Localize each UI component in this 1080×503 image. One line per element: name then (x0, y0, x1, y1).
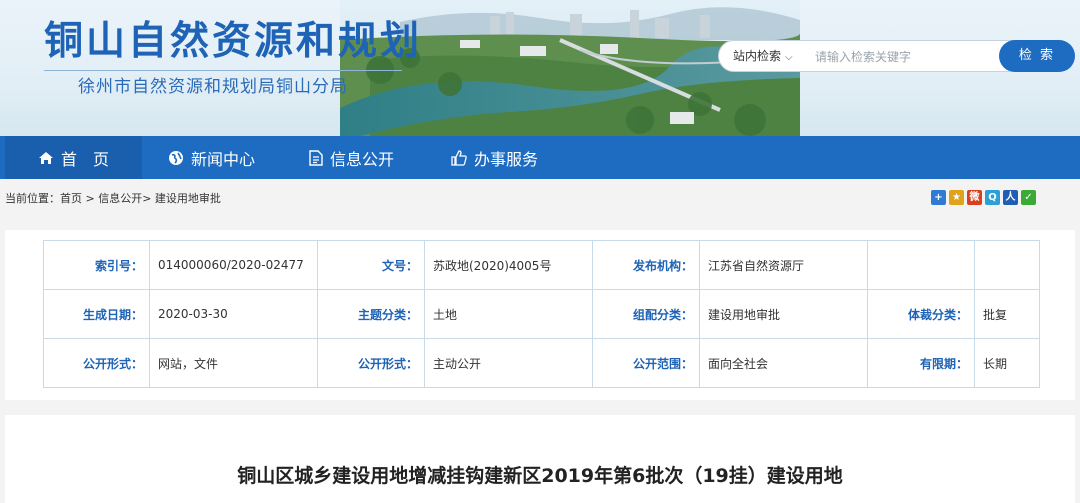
nav-item-label: 新闻中心 (191, 149, 256, 169)
home-icon (38, 151, 53, 164)
field-label: 公开范围： (592, 338, 700, 388)
site-header: 铜山自然资源和规划 徐州市自然资源和规划局铜山分局 站内检索⌵ 检 索 (0, 0, 1080, 136)
field-value: 苏政地(2020)4005号 (424, 240, 593, 290)
nav-item-home[interactable]: 首 页 (5, 136, 142, 179)
field-value: 批复 (974, 289, 1040, 339)
metadata-panel: 索引号： 014000060/2020-02477 文号： 苏政地(2020)4… (5, 230, 1075, 400)
field-label: 公开形式： (43, 338, 150, 388)
nav-item-info[interactable]: 信息公开 (309, 136, 394, 179)
field-value: 土地 (424, 289, 593, 339)
field-label: 生成日期： (43, 289, 150, 339)
share-plus-icon[interactable]: + (931, 190, 946, 205)
thumbs-up-icon (451, 149, 467, 166)
field-label: 发布机构： (592, 240, 700, 290)
search-button[interactable]: 检 索 (999, 40, 1075, 72)
field-label: 公开形式： (317, 338, 425, 388)
table-row: 索引号： 014000060/2020-02477 文号： 苏政地(2020)4… (43, 240, 1040, 290)
title-divider (44, 70, 402, 71)
search-scope-label: 站内检索 (733, 49, 782, 63)
field-value: 主动公开 (424, 338, 593, 388)
main-nav: 首 页 新闻中心 信息公开 办事服务 (0, 136, 1080, 179)
site-subtitle: 徐州市自然资源和规划局铜山分局 (78, 77, 348, 97)
search-bar: 站内检索⌵ 检 索 (718, 40, 1075, 72)
field-value: 网站，文件 (149, 338, 318, 388)
field-label: 索引号： (43, 240, 150, 290)
field-value: 建设用地审批 (699, 289, 868, 339)
field-value: 面向全社会 (699, 338, 868, 388)
nav-item-label: 办事服务 (474, 149, 539, 169)
globe-icon (169, 150, 183, 165)
share-qzone-icon[interactable]: Q (985, 190, 1000, 205)
field-label: 文号： (317, 240, 425, 290)
metadata-table: 索引号： 014000060/2020-02477 文号： 苏政地(2020)4… (43, 240, 1040, 388)
share-toolbar: + ★ 微 Q 人 ✓ (931, 190, 1039, 205)
share-wechat-icon[interactable]: ✓ (1021, 190, 1036, 205)
article-content: 铜山区城乡建设用地增减挂钩建新区2019年第6批次（19挂）建设用地 (5, 415, 1075, 503)
nav-item-label: 首 页 (60, 149, 109, 169)
field-value (974, 240, 1040, 290)
table-row: 生成日期： 2020-03-30 主题分类： 土地 组配分类： 建设用地审批 体… (43, 289, 1040, 339)
nav-item-news[interactable]: 新闻中心 (168, 136, 255, 179)
field-label (867, 240, 975, 290)
share-star-icon[interactable]: ★ (949, 190, 964, 205)
field-value: 2020-03-30 (149, 289, 318, 339)
share-renren-icon[interactable]: 人 (1003, 190, 1018, 205)
field-value: 江苏省自然资源厅 (699, 240, 868, 290)
site-title: 铜山自然资源和规划 (44, 19, 423, 64)
field-label: 组配分类： (592, 289, 700, 339)
search-input[interactable] (813, 46, 987, 68)
chevron-down-icon: ⌵ (785, 52, 793, 63)
table-row: 公开形式： 网站，文件 公开形式： 主动公开 公开范围： 面向全社会 有限期： … (43, 338, 1040, 388)
search-scope-dropdown[interactable]: 站内检索 ⌵ (733, 47, 793, 67)
document-title: 铜山区城乡建设用地增减挂钩建新区2019年第6批次（19挂）建设用地 (237, 465, 843, 487)
nav-item-label: 信息公开 (330, 149, 395, 169)
field-label: 主题分类： (317, 289, 425, 339)
field-value: 014000060/2020-02477 (149, 240, 318, 290)
field-value: 长期 (974, 338, 1040, 388)
breadcrumb: 当前位置：首页 > 信息公开> 建设用地审批 (5, 192, 221, 205)
share-weibo-icon[interactable]: 微 (967, 190, 982, 205)
field-label: 体裁分类： (867, 289, 975, 339)
nav-item-services[interactable]: 办事服务 (451, 136, 538, 179)
field-label: 有限期： (867, 338, 975, 388)
document-icon (309, 149, 323, 166)
